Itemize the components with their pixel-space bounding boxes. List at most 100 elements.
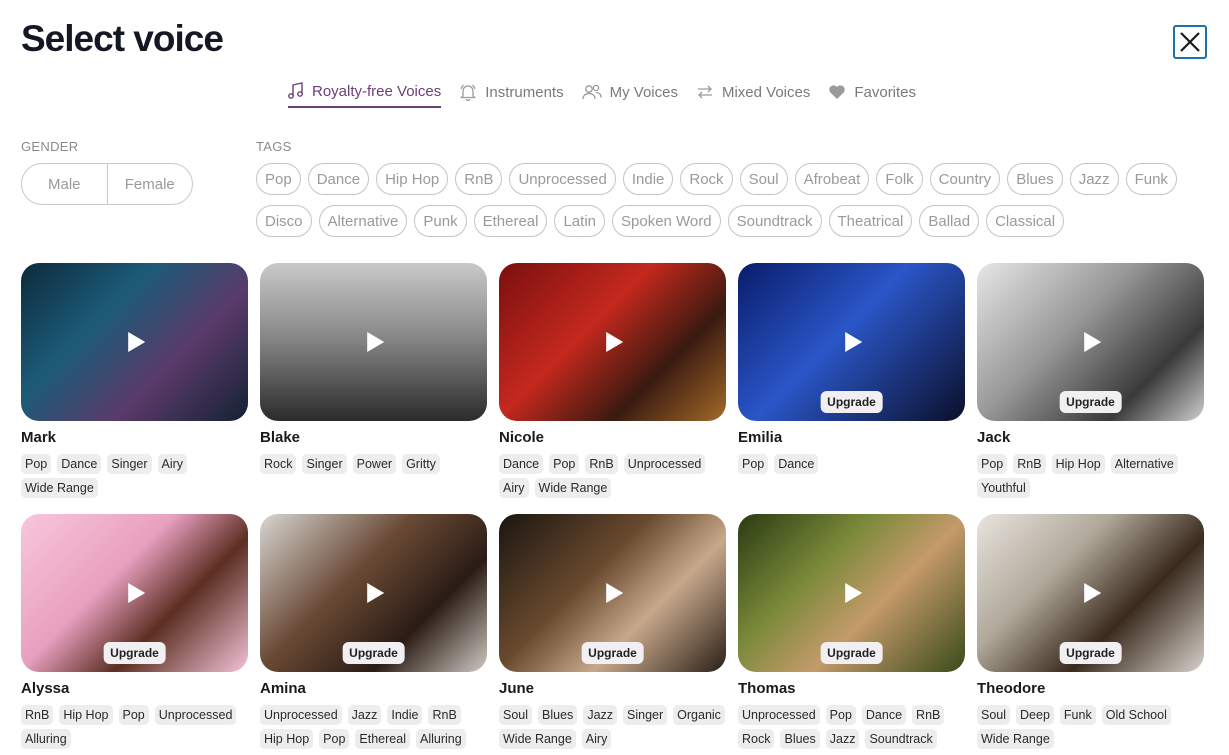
tag-filter-chip[interactable]: Classical <box>986 205 1065 237</box>
voice-tag: Hip Hop <box>260 729 314 749</box>
voice-card[interactable]: Upgrade Alyssa RnB Hip Hop Pop Unprocessed All… <box>21 514 248 749</box>
upgrade-badge[interactable]: Upgrade <box>342 642 405 664</box>
tab-royalty-free-voices[interactable]: Royalty-free Voices <box>288 82 442 108</box>
tag-filter-chip[interactable]: Hip Hop <box>376 163 449 195</box>
tab-favorites[interactable]: Favorites <box>828 82 916 108</box>
tag-filter-chip[interactable]: Ballad <box>919 205 980 237</box>
users-icon <box>581 84 602 100</box>
voice-thumbnail[interactable]: Upgrade <box>738 263 965 421</box>
tag-filter-chip[interactable]: Soundtrack <box>727 205 822 237</box>
voice-tag-list: Rock Singer Power Gritty <box>260 454 487 474</box>
tag-filter-chip[interactable]: Folk <box>876 163 923 195</box>
tag-filter-chip[interactable]: RnB <box>455 163 503 195</box>
voice-card[interactable]: Upgrade Theodore Soul Deep Funk Old School Wid… <box>977 514 1204 749</box>
voice-grid: Mark Pop Dance Singer Airy Wide Range Blake Roc… <box>21 263 1204 749</box>
voice-tag: Funk <box>1059 705 1096 725</box>
tag-filter-chip[interactable]: Disco <box>256 205 312 237</box>
voice-card[interactable]: Upgrade June Soul Blues Jazz Singer Organic Wid… <box>499 514 726 749</box>
upgrade-badge[interactable]: Upgrade <box>820 642 883 664</box>
voice-thumbnail[interactable]: Upgrade <box>977 514 1204 672</box>
upgrade-badge[interactable]: Upgrade <box>820 391 883 413</box>
voice-tag: RnB <box>428 705 461 725</box>
upgrade-badge[interactable]: Upgrade <box>1059 642 1122 664</box>
tag-filter-chip[interactable]: Blues <box>1007 163 1063 195</box>
voice-thumbnail[interactable] <box>21 263 248 421</box>
tag-filter-chip[interactable]: Latin <box>554 205 605 237</box>
voice-tag: Dance <box>774 454 819 474</box>
voice-name: Thomas <box>738 680 796 697</box>
voice-tag: Power <box>352 454 397 474</box>
voice-thumbnail[interactable]: Upgrade <box>260 514 487 672</box>
tab-instruments[interactable]: Instruments <box>459 82 564 108</box>
voice-tag: Airy <box>157 454 188 474</box>
voice-tag: RnB <box>585 454 618 474</box>
close-icon <box>1180 32 1200 52</box>
voice-card[interactable]: Upgrade Emilia Pop Dance <box>738 263 965 494</box>
gender-female-option[interactable]: Female <box>106 164 193 204</box>
voice-card[interactable]: Blake Rock Singer Power Gritty <box>260 263 487 494</box>
voice-tag: Blues <box>780 729 820 749</box>
upgrade-badge[interactable]: Upgrade <box>103 642 166 664</box>
voice-name: June <box>499 680 535 697</box>
play-icon[interactable] <box>127 583 145 603</box>
voice-thumbnail[interactable] <box>499 263 726 421</box>
close-button[interactable] <box>1173 25 1207 59</box>
play-icon[interactable] <box>605 332 623 352</box>
upgrade-badge[interactable]: Upgrade <box>581 642 644 664</box>
voice-thumbnail[interactable]: Upgrade <box>977 263 1204 421</box>
tag-filter-chip[interactable]: Spoken Word <box>612 205 721 237</box>
tag-filter-chip[interactable]: Afrobeat <box>794 163 870 195</box>
gender-male-option[interactable]: Male <box>22 164 107 204</box>
voice-card[interactable]: Nicole Dance Pop RnB Unprocessed Airy Wide Ran… <box>499 263 726 498</box>
play-icon[interactable] <box>366 332 384 352</box>
play-icon[interactable] <box>605 583 623 603</box>
music-note-icon <box>288 82 303 99</box>
play-icon[interactable] <box>1083 583 1101 603</box>
voice-tag-list: Pop Dance Singer Airy Wide Range <box>21 454 248 498</box>
voice-thumbnail[interactable]: Upgrade <box>499 514 726 672</box>
tag-filter-chip[interactable]: Jazz <box>1069 163 1119 195</box>
voice-tag: Wide Range <box>499 729 576 749</box>
tag-filter-chip[interactable]: Indie <box>622 163 674 195</box>
play-icon[interactable] <box>1083 332 1101 352</box>
tag-filter-chip[interactable]: Ethereal <box>473 205 548 237</box>
voice-thumbnail[interactable]: Upgrade <box>738 514 965 672</box>
tag-filter-chip[interactable]: Theatrical <box>828 205 913 237</box>
tab-label: Instruments <box>485 83 564 101</box>
play-icon[interactable] <box>366 583 384 603</box>
voice-tag: Pop <box>738 454 769 474</box>
tag-filter-chip[interactable]: Funk <box>1125 163 1177 195</box>
tab-my-voices[interactable]: My Voices <box>581 82 678 108</box>
play-icon[interactable] <box>844 332 862 352</box>
voice-name: Jack <box>977 429 1011 446</box>
voice-card[interactable]: Upgrade Amina Unprocessed Jazz Indie RnB Hip H… <box>260 514 487 749</box>
tag-filter-chip[interactable]: Unprocessed <box>509 163 616 195</box>
tab-label: Favorites <box>854 83 917 101</box>
tag-filter-row: Pop Dance Hip Hop RnB Unprocessed Indie Rock So… <box>256 163 1216 195</box>
voice-name: Alyssa <box>21 680 70 697</box>
voice-tag: Singer <box>107 454 152 474</box>
voice-tag: Dance <box>57 454 102 474</box>
play-icon[interactable] <box>844 583 862 603</box>
voice-tag: Indie <box>387 705 423 725</box>
tag-filter-chip[interactable]: Rock <box>680 163 733 195</box>
voice-thumbnail[interactable]: Upgrade <box>21 514 248 672</box>
swap-arrows-icon <box>697 85 712 99</box>
voice-thumbnail[interactable] <box>260 263 487 421</box>
tag-filter-chip[interactable]: Punk <box>414 205 467 237</box>
voice-tag-list: Soul Deep Funk Old School Wide Range <box>977 705 1204 749</box>
upgrade-badge[interactable]: Upgrade <box>1059 391 1122 413</box>
play-icon[interactable] <box>127 332 145 352</box>
voice-card[interactable]: Mark Pop Dance Singer Airy Wide Range <box>21 263 248 498</box>
tag-filter-chip[interactable]: Country <box>929 163 1001 195</box>
voice-tag: Pop <box>118 705 149 725</box>
voice-card[interactable]: Upgrade Thomas Unprocessed Pop Dance RnB Rock B… <box>738 514 965 749</box>
tab-mixed-voices[interactable]: Mixed Voices <box>696 82 810 108</box>
tag-filter-chip[interactable]: Soul <box>739 163 788 195</box>
voice-card[interactable]: Upgrade Jack Pop RnB Hip Hop Alternative Youth… <box>977 263 1204 498</box>
tag-filter-chip[interactable]: Pop <box>256 163 301 195</box>
tag-filter-chip[interactable]: Dance <box>307 163 370 195</box>
voice-tag: Jazz <box>347 705 382 725</box>
gender-label: GENDER <box>21 139 79 154</box>
tag-filter-chip[interactable]: Alternative <box>318 205 408 237</box>
